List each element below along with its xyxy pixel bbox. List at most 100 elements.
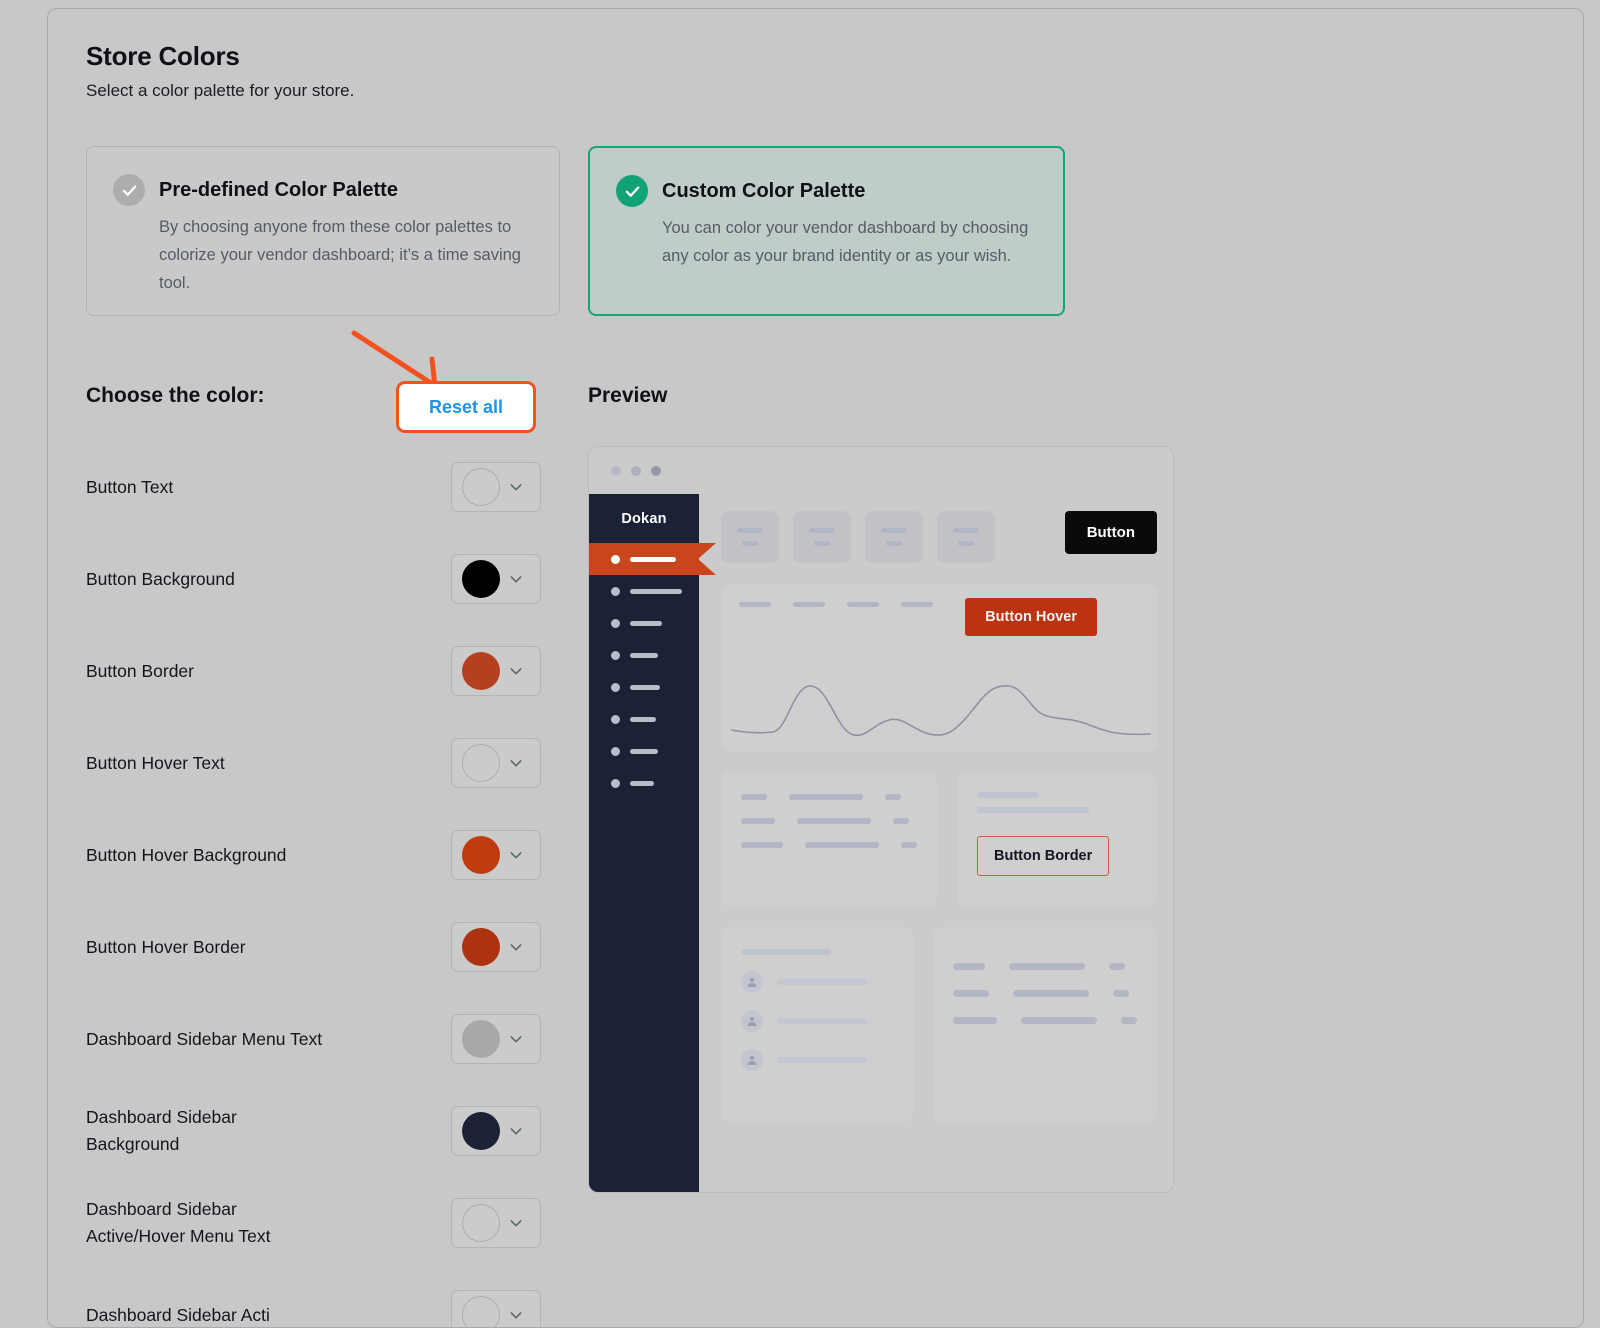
chevron-down-icon xyxy=(508,755,524,771)
menu-label-placeholder xyxy=(630,717,656,722)
color-row-label: Button Border xyxy=(86,658,386,685)
option-card-custom[interactable]: Custom Color Palette You can color your … xyxy=(588,146,1065,316)
bullet-icon xyxy=(611,587,620,596)
preview-button-border[interactable]: Button Border xyxy=(977,836,1109,876)
chevron-down-icon xyxy=(508,663,524,679)
chevron-down-icon xyxy=(508,571,524,587)
chevron-down-icon xyxy=(508,1215,524,1231)
grid-row xyxy=(953,963,1137,970)
window-dot-icon xyxy=(651,466,661,476)
color-row: Dashboard Sidebar Menu Text xyxy=(86,993,541,1085)
color-swatch-picker[interactable] xyxy=(451,738,541,788)
color-swatch-picker[interactable] xyxy=(451,922,541,972)
window-dot-icon xyxy=(631,466,641,476)
page-subtitle: Select a color palette for your store. xyxy=(86,81,354,101)
browser-body: Dokan xyxy=(589,494,1173,1193)
option-title: Pre-defined Color Palette xyxy=(159,173,398,207)
preview-stat-card xyxy=(937,511,995,563)
bullet-icon xyxy=(611,651,620,660)
option-title: Custom Color Palette xyxy=(662,174,865,208)
color-swatch-picker[interactable] xyxy=(451,1106,541,1156)
preview-sidebar: Dokan xyxy=(589,494,699,1193)
color-swatch-picker[interactable] xyxy=(451,1014,541,1064)
placeholder-line xyxy=(977,792,1039,798)
color-row-label: Button Hover Background xyxy=(86,842,386,869)
placeholder-line xyxy=(977,807,1089,813)
color-dot xyxy=(462,1296,500,1328)
color-swatch-picker[interactable] xyxy=(451,646,541,696)
preview-button[interactable]: Button xyxy=(1065,511,1157,554)
bullet-icon xyxy=(611,747,620,756)
color-dot xyxy=(462,1020,500,1058)
bullet-icon xyxy=(611,555,620,564)
preview-sidebar-item[interactable] xyxy=(589,671,699,703)
color-row-label: Button Background xyxy=(86,566,386,593)
reset-all-button[interactable]: Reset all xyxy=(396,381,536,433)
option-header: Pre-defined Color Palette xyxy=(113,173,533,207)
color-row-label: Dashboard Sidebar Background xyxy=(86,1104,286,1158)
avatar xyxy=(741,1049,763,1071)
list-item xyxy=(741,1049,893,1071)
preview-grid-card xyxy=(933,927,1157,1122)
preview-sidebar-item[interactable] xyxy=(589,703,699,735)
preview-row-two: Button Border xyxy=(721,772,1157,907)
table-row xyxy=(741,842,917,848)
menu-label-placeholder xyxy=(630,653,658,658)
color-swatch-picker[interactable] xyxy=(451,1290,541,1328)
preview-sidebar-item[interactable] xyxy=(589,639,699,671)
preview-sidebar-item[interactable] xyxy=(589,607,699,639)
preview-line-chart xyxy=(731,668,1151,748)
color-row: Button Text xyxy=(86,441,541,533)
color-row-label: Dashboard Sidebar Menu Text xyxy=(86,1026,336,1053)
preview-people-card xyxy=(721,927,913,1122)
color-swatch-picker[interactable] xyxy=(451,830,541,880)
color-swatch-picker[interactable] xyxy=(451,554,541,604)
color-swatch-picker[interactable] xyxy=(451,1198,541,1248)
check-circle-icon xyxy=(113,174,145,206)
color-row-label: Button Hover Border xyxy=(86,934,386,961)
preview-border-card: Button Border xyxy=(957,772,1157,907)
color-row-label: Button Hover Text xyxy=(86,750,386,777)
color-row: Dashboard Sidebar Acti xyxy=(86,1269,541,1328)
preview-stat-card xyxy=(793,511,851,563)
settings-panel: Store Colors Select a color palette for … xyxy=(47,8,1584,1328)
menu-label-placeholder xyxy=(630,589,682,594)
preview-row-three xyxy=(721,927,1157,1122)
preview-browser-mockup: Dokan xyxy=(588,446,1174,1193)
color-dot xyxy=(462,928,500,966)
color-row: Dashboard Sidebar Active/Hover Menu Text xyxy=(86,1177,541,1269)
chevron-down-icon xyxy=(508,847,524,863)
color-row-label: Dashboard Sidebar Acti xyxy=(86,1302,326,1328)
color-row: Button Border xyxy=(86,625,541,717)
preview-sidebar-item-active[interactable] xyxy=(589,543,699,575)
preview-stat-card xyxy=(865,511,923,563)
color-dot xyxy=(462,744,500,782)
menu-label-placeholder xyxy=(630,685,660,690)
color-row: Button Hover Border xyxy=(86,901,541,993)
preview-button-hover[interactable]: Button Hover xyxy=(965,598,1097,636)
color-dot xyxy=(462,1112,500,1150)
preview-sidebar-item[interactable] xyxy=(589,735,699,767)
bullet-icon xyxy=(611,715,620,724)
window-dot-icon xyxy=(611,466,621,476)
color-row: Button Hover Text xyxy=(86,717,541,809)
color-row: Button Background xyxy=(86,533,541,625)
table-row xyxy=(741,818,917,824)
bullet-icon xyxy=(611,619,620,628)
color-swatch-picker[interactable] xyxy=(451,462,541,512)
option-card-pre-defined[interactable]: Pre-defined Color Palette By choosing an… xyxy=(86,146,560,316)
preview-sidebar-item[interactable] xyxy=(589,767,699,799)
preview-table-card xyxy=(721,772,937,907)
color-row: Dashboard Sidebar Background xyxy=(86,1085,541,1177)
chevron-down-icon xyxy=(508,1307,524,1323)
color-dot xyxy=(462,468,500,506)
browser-titlebar xyxy=(589,447,1173,494)
preview-sidebar-logo: Dokan xyxy=(589,494,699,543)
list-item xyxy=(741,971,893,993)
menu-label-placeholder xyxy=(630,781,654,786)
preview-chart-card: Button Hover xyxy=(721,584,1157,752)
preview-stat-card xyxy=(721,511,779,563)
color-row-label: Button Text xyxy=(86,474,386,501)
color-dot xyxy=(462,560,500,598)
preview-sidebar-item[interactable] xyxy=(589,575,699,607)
